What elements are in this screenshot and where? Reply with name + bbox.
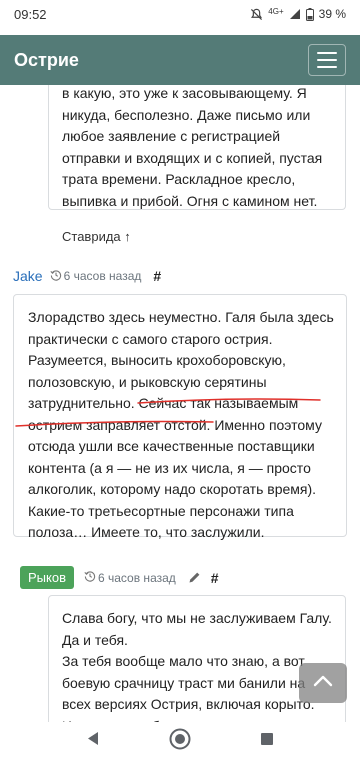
comment-text: Злорадство здесь неуместно. Галя была зд…	[28, 309, 334, 540]
status-bar: 09:52 4G+ 39 %	[0, 0, 360, 28]
recent-square-icon	[260, 732, 274, 751]
network-label: 4G+	[268, 6, 284, 16]
comment-author[interactable]: Jake	[13, 268, 43, 284]
comment-text: в какую, это уже к засовывающему. Я нику…	[62, 85, 323, 209]
home-button[interactable]	[160, 722, 200, 760]
menu-line	[317, 52, 337, 54]
comment-body: Злорадство здесь неуместно. Галя была зд…	[13, 294, 347, 540]
chevron-up-icon	[313, 674, 333, 692]
history-icon	[49, 269, 62, 284]
recent-apps-button[interactable]	[247, 722, 287, 760]
system-nav-bar	[0, 722, 360, 760]
comment-time: 6 часов назад	[49, 269, 142, 284]
time-text: 6 часов назад	[97, 570, 176, 585]
app-title[interactable]: Острие	[14, 50, 308, 71]
permalink-hash[interactable]: #	[211, 570, 219, 586]
time-text: 6 часов назад	[63, 269, 142, 283]
comment-author-badge[interactable]: Рыков	[20, 566, 74, 589]
comment-body: в какую, это уже к засовывающему. Я нику…	[48, 85, 346, 210]
menu-line	[317, 59, 337, 61]
mute-icon	[250, 8, 263, 21]
history-icon	[84, 570, 96, 585]
menu-line	[317, 66, 337, 68]
battery-level: 39 %	[318, 7, 346, 21]
status-time: 09:52	[14, 6, 47, 22]
comments-feed[interactable]: в какую, это уже к засовывающему. Я нику…	[0, 85, 360, 722]
parent-comment-link[interactable]: Ставрида ↑	[62, 229, 131, 244]
comment-meta: Рыков 6 часов назад #	[20, 566, 219, 589]
pencil-icon[interactable]	[188, 571, 201, 584]
status-icons: 4G+ 39 %	[250, 7, 346, 22]
comment-time: 6 часов назад	[84, 570, 176, 585]
home-circle-icon	[169, 728, 191, 755]
signal-icon	[289, 8, 301, 20]
comment-body: Слава богу, что мы не заслуживаем Галу. …	[48, 595, 346, 722]
scroll-to-top-button[interactable]	[299, 663, 347, 703]
back-triangle-icon	[86, 731, 100, 751]
hamburger-menu-button[interactable]	[308, 44, 346, 76]
app-header: Острие	[0, 35, 360, 85]
comment-text: Слава богу, что мы не заслуживаем Галу. …	[62, 610, 332, 722]
comment-meta: Jake 6 часов назад #	[13, 268, 161, 284]
back-button[interactable]	[73, 722, 113, 760]
permalink-hash[interactable]: #	[153, 268, 161, 284]
battery-icon	[305, 7, 314, 21]
